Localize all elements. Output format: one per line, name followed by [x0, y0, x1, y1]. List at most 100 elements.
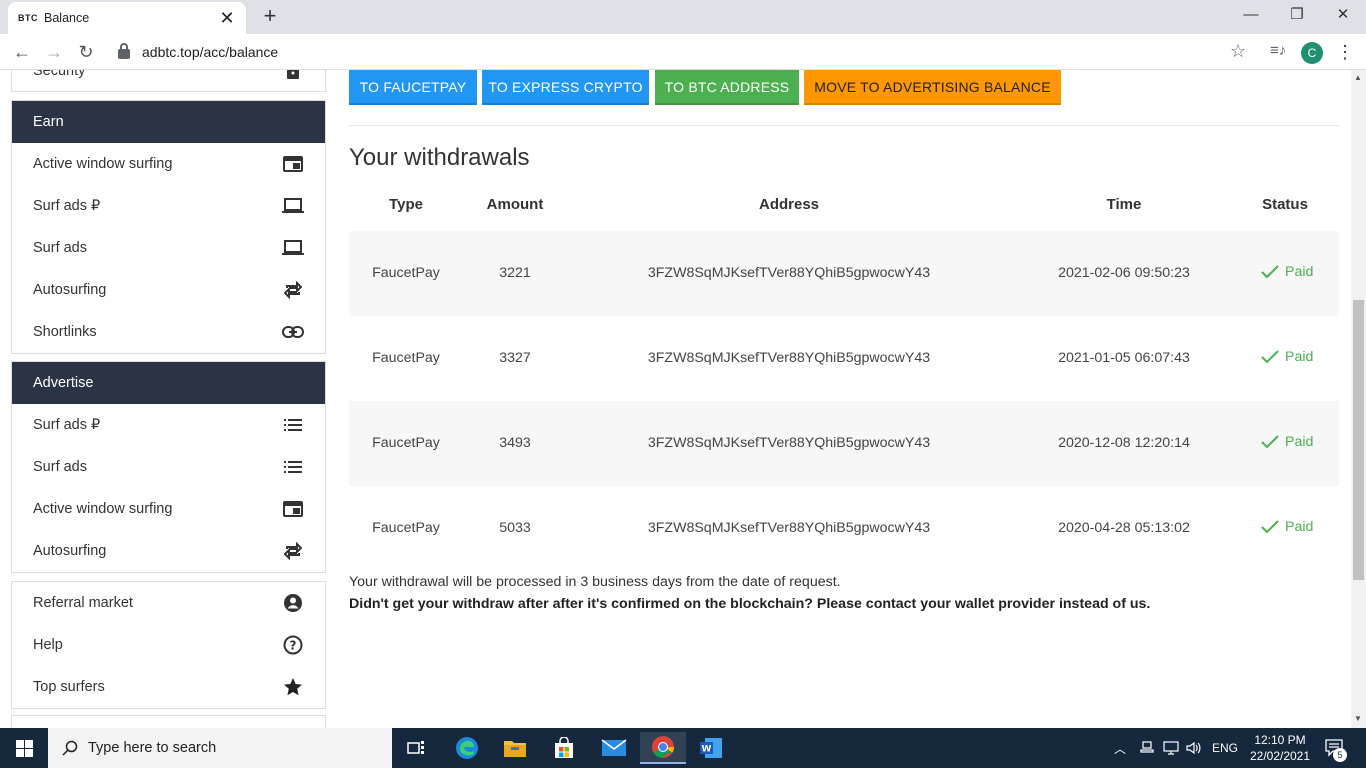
svg-text:?: ? [290, 639, 297, 653]
sidebar-item-referral-market[interactable]: Referral market [12, 582, 325, 624]
volume-icon[interactable] [1186, 728, 1202, 768]
language-indicator[interactable]: ENG [1212, 728, 1238, 768]
status-label: Paid [1285, 264, 1314, 280]
cell-amount: 3221 [499, 265, 531, 281]
display-icon[interactable] [1163, 728, 1179, 768]
sidebar-item-label: Surf ads ₽ [33, 417, 101, 433]
table-row: FaucetPay 5033 3FZW8SqMJKsefTVer88YQhiB5… [349, 486, 1339, 571]
check-icon [1261, 265, 1279, 279]
earn-header: Earn [12, 101, 325, 143]
sidebar-item-advertise-surf-ads[interactable]: Surf ads [12, 446, 325, 488]
lock-icon [282, 70, 304, 82]
sidebar-item-security[interactable]: Security [12, 70, 325, 91]
window-icon [282, 153, 304, 175]
sidebar-item-shortlinks[interactable]: Shortlinks [12, 311, 325, 353]
close-tab-icon[interactable]: ✕ [218, 8, 236, 29]
check-icon [1261, 520, 1279, 534]
show-hidden-icons[interactable]: ︿ [1114, 728, 1126, 768]
sidebar-item-surf-ads[interactable]: Surf ads [12, 227, 325, 269]
sidebar-item-advertise-surf-ads-rub[interactable]: Surf ads ₽ [12, 404, 325, 446]
sidebar-item-surf-ads-rub[interactable]: Surf ads ₽ [12, 185, 325, 227]
cell-time: 2021-01-05 06:07:43 [1058, 350, 1190, 366]
back-icon[interactable]: ← [10, 40, 34, 64]
account-menu-group: Security [11, 70, 326, 92]
sidebar-item-label: Active window surfing [33, 156, 173, 172]
profile-avatar[interactable]: C [1301, 42, 1323, 64]
status-label: Paid [1285, 434, 1314, 450]
table-row: FaucetPay 3327 3FZW8SqMJKsefTVer88YQhiB5… [349, 316, 1339, 401]
clock-time: 12:10 PM [1254, 733, 1306, 747]
file-explorer-icon[interactable] [492, 732, 538, 764]
cell-address: 3FZW8SqMJKsefTVer88YQhiB5gpwocwY43 [647, 350, 931, 366]
column-header-address: Address [758, 196, 820, 213]
scroll-up-icon[interactable]: ▲ [1354, 73, 1362, 82]
table-row: FaucetPay 3493 3FZW8SqMJKsefTVer88YQhiB5… [349, 401, 1339, 486]
link-icon [282, 321, 304, 343]
to-faucetpay-button[interactable]: TO FAUCETPAY [349, 70, 477, 105]
taskbar-clock[interactable]: 12:10 PM 22/02/2021 [1242, 732, 1318, 764]
sidebar-item-label: Active window surfing [33, 501, 173, 517]
search-placeholder: Type here to search [88, 740, 217, 756]
cell-type: FaucetPay [372, 520, 440, 536]
address-bar[interactable]: adbtc.top/acc/balance [108, 37, 1258, 67]
forward-icon[interactable]: → [42, 40, 66, 64]
repeat-icon [282, 279, 304, 301]
windows-taskbar: Type here to search W ︿ ENG 12:10 PM 22/… [0, 728, 1366, 768]
cell-time: 2020-04-28 05:13:02 [1058, 520, 1190, 536]
start-button[interactable] [0, 728, 48, 768]
sidebar-item-top-surfers[interactable]: Top surfers [12, 666, 325, 708]
microsoft-store-icon[interactable] [541, 732, 587, 764]
move-to-advertising-balance-button[interactable]: MOVE TO ADVERTISING BALANCE [804, 70, 1061, 105]
account-circle-icon [282, 592, 304, 614]
table-row: FaucetPay 3221 3FZW8SqMJKsefTVer88YQhiB5… [349, 231, 1339, 316]
network-icon[interactable] [1140, 728, 1154, 768]
clock-date: 22/02/2021 [1249, 749, 1311, 763]
star-icon [282, 676, 304, 698]
close-window-button[interactable]: ✕ [1320, 0, 1366, 30]
sidebar-item-help[interactable]: Help ? [12, 624, 325, 666]
svg-text:W: W [702, 745, 712, 755]
sidebar-item-label: Security [33, 70, 86, 79]
edge-icon[interactable] [444, 732, 490, 764]
cell-amount: 3493 [499, 435, 531, 451]
cell-type: FaucetPay [372, 435, 440, 451]
cell-type: FaucetPay [372, 265, 440, 281]
new-tab-button[interactable]: + [258, 4, 282, 28]
sidebar-item-advertise-autosurfing[interactable]: Autosurfing [12, 530, 325, 572]
sidebar-item-active-window-surfing[interactable]: Active window surfing [12, 143, 325, 185]
word-icon[interactable]: W [688, 732, 734, 764]
status-badge: Paid [1261, 519, 1313, 535]
minimize-button[interactable]: — [1228, 0, 1274, 30]
notification-center[interactable]: 5 [1324, 728, 1347, 768]
mail-icon[interactable] [591, 732, 637, 764]
sidebar-item-advertise-active-window-surfing[interactable]: Active window surfing [12, 488, 325, 530]
sidebar-item-autosurfing[interactable]: Autosurfing [12, 269, 325, 311]
reload-icon[interactable]: ↻ [74, 40, 98, 64]
laptop-icon [282, 237, 304, 259]
notification-count-badge: 5 [1333, 748, 1347, 762]
restore-button[interactable]: ❐ [1274, 0, 1320, 30]
cell-address: 3FZW8SqMJKsefTVer88YQhiB5gpwocwY43 [647, 435, 931, 451]
cell-address: 3FZW8SqMJKsefTVer88YQhiB5gpwocwY43 [647, 265, 931, 281]
tab-favicon: BTC [18, 13, 38, 23]
status-badge: Paid [1261, 264, 1313, 280]
task-view-icon[interactable] [394, 732, 440, 764]
bookmark-star-icon[interactable]: ☆ [1230, 41, 1246, 62]
sidebar-item-label: Autosurfing [33, 282, 107, 298]
chrome-icon[interactable] [640, 732, 686, 764]
lock-icon [118, 43, 130, 59]
taskbar-search[interactable]: Type here to search [48, 728, 392, 768]
scroll-thumb[interactable] [1353, 300, 1364, 580]
check-icon [1261, 350, 1279, 364]
help-circle-icon: ? [282, 634, 304, 656]
to-express-crypto-button[interactable]: TO EXPRESS CRYPTO [482, 70, 649, 105]
media-control-icon[interactable]: ≡♪ [1270, 42, 1286, 59]
scroll-down-icon[interactable]: ▼ [1354, 714, 1362, 723]
sidebar-item-label: Shortlinks [33, 324, 97, 340]
to-btc-address-button[interactable]: TO BTC ADDRESS [655, 70, 799, 105]
window-icon [282, 498, 304, 520]
browser-tab[interactable]: BTC Balance ✕ [8, 2, 246, 34]
browser-menu-icon[interactable]: ⋮ [1336, 42, 1354, 62]
page-scrollbar[interactable]: ▲ ▼ [1351, 70, 1366, 728]
sidebar-item-label: Surf ads [33, 459, 87, 475]
